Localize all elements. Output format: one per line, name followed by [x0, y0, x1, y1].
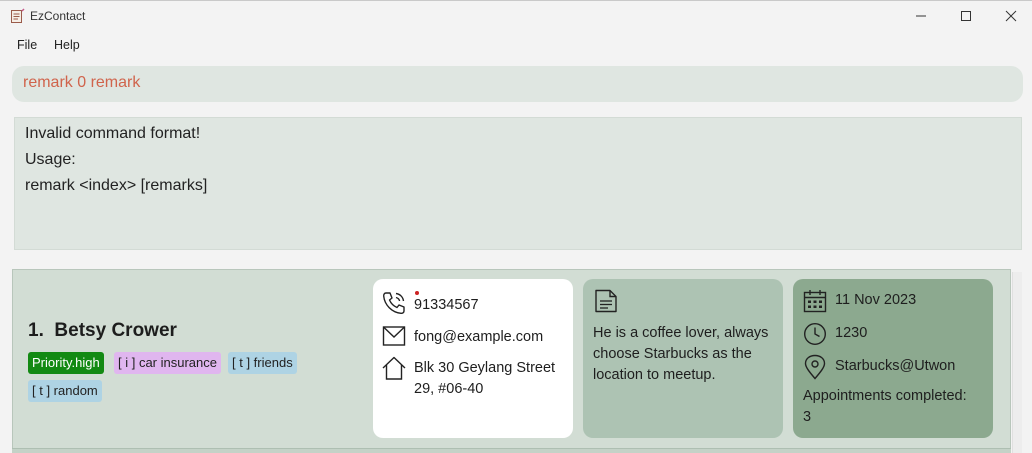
command-input[interactable]: remark 0 remark — [12, 66, 1023, 102]
person-name: Betsy Crower — [54, 320, 177, 341]
clock-icon — [803, 322, 827, 346]
notepad-icon — [11, 8, 25, 23]
appointment-venue: Starbucks@Utwon — [835, 358, 956, 374]
document-icon — [595, 289, 617, 313]
appointment-time: 1230 — [835, 325, 868, 341]
person-card-title[interactable]: 1. Betsy Crower — [28, 320, 177, 342]
result-line-3: remark <index> [remarks] — [25, 177, 208, 194]
menu-bar: File Help — [0, 31, 1032, 59]
insurance-tag: [ i ] car insurance — [114, 352, 221, 374]
person-index: 1. — [28, 320, 44, 341]
title-bar: EzContact — [0, 0, 1032, 31]
home-icon — [382, 356, 406, 380]
command-input-text: remark 0 remark — [23, 74, 141, 91]
phone-number: 91334567 — [414, 297, 479, 313]
minimize-button[interactable] — [898, 1, 944, 31]
window-title: EzContact — [30, 9, 86, 23]
location-pin-icon — [804, 354, 826, 380]
list-scrollbar[interactable] — [1012, 272, 1022, 453]
address-line-2: 29, #06-40 — [414, 381, 484, 397]
priority-tag: Priority.high — [28, 352, 104, 374]
friends-tag: [ t ] friends — [228, 352, 297, 374]
appointment-date: 11 Nov 2023 — [835, 292, 917, 308]
menu-file[interactable]: File — [17, 38, 37, 52]
phone-icon — [382, 292, 405, 315]
minimize-icon — [916, 15, 926, 17]
remark-line-1: He is a coffee lover, always — [593, 325, 769, 341]
result-line-1: Invalid command format! — [25, 125, 201, 142]
close-button[interactable] — [988, 1, 1032, 31]
appointments-completed-label: Appointments completed: — [803, 388, 967, 404]
next-person-card-edge — [12, 448, 1011, 453]
random-tag: [ t ] random — [28, 380, 102, 402]
close-icon — [1005, 10, 1017, 22]
maximize-button[interactable] — [943, 1, 989, 31]
menu-help[interactable]: Help — [54, 38, 80, 52]
remark-line-2: choose Starbucks as the — [593, 346, 752, 362]
remark-line-3: location to meetup. — [593, 367, 716, 383]
email-address: fong@example.com — [414, 329, 544, 345]
email-icon — [382, 326, 406, 346]
calendar-icon — [803, 290, 827, 313]
result-line-2: Usage: — [25, 151, 76, 168]
address-line-1: Blk 30 Geylang Street — [414, 360, 556, 376]
appointments-completed-count: 3 — [803, 409, 812, 425]
result-display: Invalid command format! Usage: remark <i… — [14, 117, 1022, 250]
maximize-icon — [961, 11, 971, 21]
